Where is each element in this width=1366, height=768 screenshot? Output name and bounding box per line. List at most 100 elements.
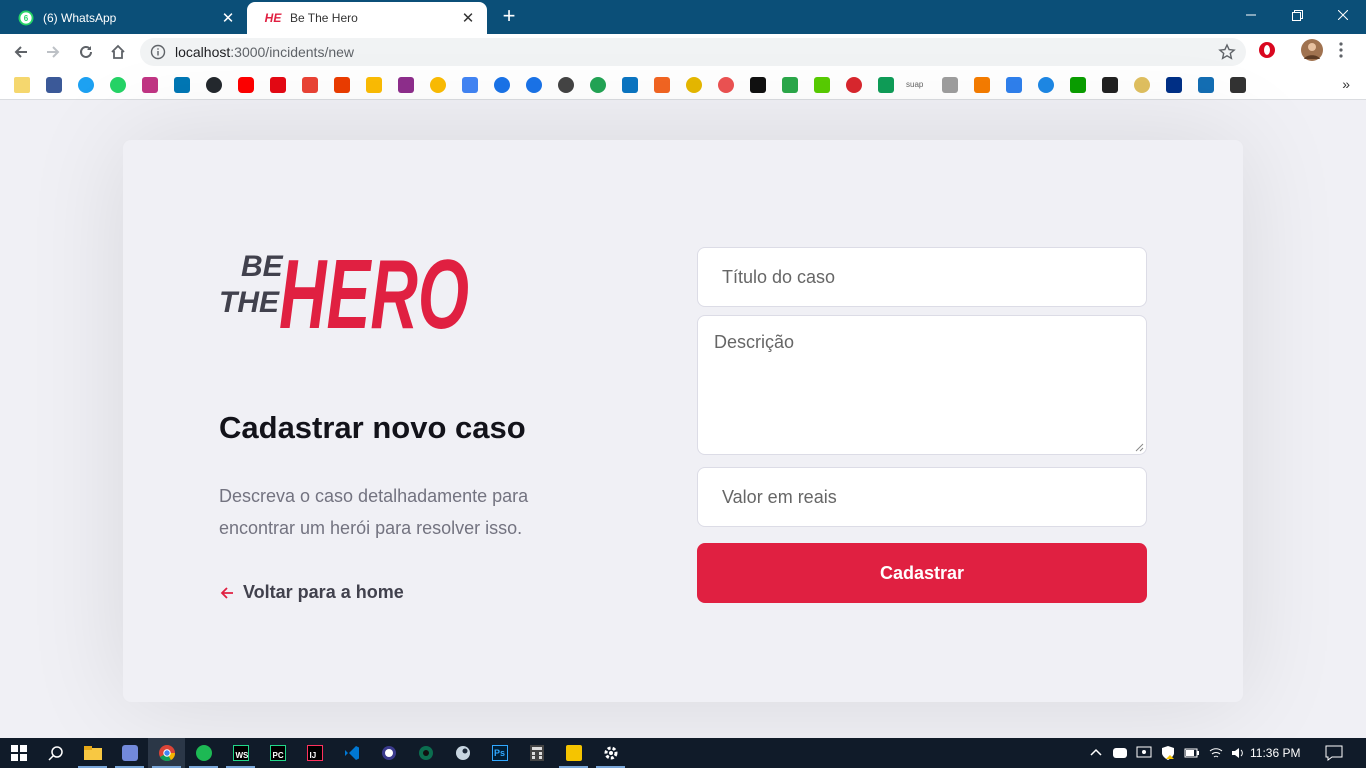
start-icon[interactable] [0,738,37,768]
reload-icon [80,45,92,58]
new-incident-card: BE THE HERO Cadastrar novo caso Descreva… [123,140,1243,702]
messages-icon[interactable] [526,77,542,93]
back-button[interactable] [8,39,34,65]
display-icon[interactable] [1136,745,1152,761]
app-icon[interactable] [558,77,574,93]
office-icon[interactable] [334,77,350,93]
tab-title: Be The Hero [290,11,358,25]
tab-be-the-hero[interactable]: HE Be The Hero ✕ [247,2,487,34]
photos-icon[interactable] [430,77,446,93]
browser-toolbar: localhost:3000/incidents/new [0,34,1366,70]
value-input[interactable]: Valor em reais [697,467,1147,527]
menu-icon[interactable] [1338,41,1344,64]
udemy-icon[interactable] [718,77,734,93]
arrow-left-icon [220,586,233,599]
facebook-icon[interactable] [46,77,62,93]
calculator-icon[interactable] [518,738,555,768]
youtube-icon[interactable] [238,77,254,93]
app-icon[interactable] [407,738,444,768]
mega-icon[interactable] [846,77,862,93]
close-icon[interactable]: ✕ [219,9,237,27]
arrow-left-icon [14,46,27,58]
github-icon[interactable] [206,77,222,93]
netflix-icon[interactable] [270,77,286,93]
submit-button[interactable]: Cadastrar [697,543,1147,603]
app-icon[interactable] [654,77,670,93]
app-icon[interactable] [1134,77,1150,93]
security-icon[interactable] [1160,745,1176,761]
logo-text-hero: HERO [279,239,469,344]
contacts-icon[interactable] [494,77,510,93]
resize-grip-icon[interactable] [1135,443,1144,452]
forward-button[interactable] [40,39,66,65]
techcrunch-icon[interactable] [1070,77,1086,93]
folder-icon[interactable] [14,77,30,93]
intellij-icon[interactable]: IJ [296,738,333,768]
keep-icon[interactable] [366,77,382,93]
webstorm-icon[interactable]: WS [222,738,259,768]
chevron-up-icon[interactable] [1088,745,1104,761]
pycharm-icon[interactable]: PC [259,738,296,768]
chevron-right-icon[interactable]: » [1342,76,1350,92]
battery-icon[interactable] [1184,745,1200,761]
trophy-icon[interactable] [686,77,702,93]
app-icon[interactable] [398,77,414,93]
close-icon[interactable]: ✕ [459,9,477,27]
gmail-icon[interactable] [302,77,318,93]
steam-icon[interactable] [444,738,481,768]
clock[interactable]: 11:36 PM [1250,738,1300,768]
restore-button[interactable] [1274,0,1320,30]
twitter-icon[interactable] [78,77,94,93]
app-icon[interactable] [1198,77,1214,93]
suap-icon[interactable]: suap [906,77,928,93]
close-window-button[interactable] [1320,0,1366,30]
address-bar[interactable]: localhost:3000/incidents/new [140,38,1246,66]
duolingo-icon[interactable] [814,77,830,93]
avatar[interactable] [1301,39,1323,66]
settings-icon[interactable] [592,738,629,768]
bookmarks-bar: suap » [0,70,1366,100]
translate-icon[interactable] [462,77,478,93]
app-icon[interactable] [782,77,798,93]
discord-tray-icon[interactable] [1112,745,1128,761]
app-icon[interactable] [1038,77,1054,93]
home-button[interactable] [105,39,131,65]
back-to-home-link[interactable]: Voltar para a home [219,582,404,603]
photoshop-icon[interactable]: Ps [481,738,518,768]
new-tab-button[interactable]: + [498,5,520,28]
app-icon[interactable] [1102,77,1118,93]
notification-icon[interactable] [1325,745,1343,761]
app-icon[interactable] [555,738,592,768]
file-explorer-icon[interactable] [74,738,111,768]
page-description: Descreva o caso detalhadamente para enco… [219,486,529,538]
app-icon[interactable] [1006,77,1022,93]
wifi-icon[interactable] [1208,745,1224,761]
app-icon[interactable] [750,77,766,93]
opera-extension-icon[interactable] [1258,41,1276,64]
title-input[interactable]: Título do caso [697,247,1147,307]
reload-button[interactable] [73,39,99,65]
whatsapp-icon[interactable] [110,77,126,93]
drive-icon[interactable] [878,77,894,93]
minimize-button[interactable] [1228,0,1274,30]
app-icon[interactable] [590,77,606,93]
chrome-icon[interactable] [148,738,185,768]
tab-whatsapp[interactable]: 6 (6) WhatsApp ✕ [0,2,247,34]
app-icon[interactable] [1230,77,1246,93]
discord-icon[interactable] [111,738,148,768]
vscode-icon[interactable] [333,738,370,768]
linkedin-icon[interactable] [174,77,190,93]
yahoo-icon[interactable] [622,77,638,93]
instagram-icon[interactable] [142,77,158,93]
volume-icon[interactable] [1230,745,1246,761]
app-icon[interactable] [974,77,990,93]
bookmark-star-icon[interactable] [1218,43,1236,61]
description-textarea[interactable]: Descrição [697,315,1147,455]
search-icon[interactable] [37,738,74,768]
spotify-icon[interactable] [185,738,222,768]
paypal-icon[interactable] [1166,77,1182,93]
app-icon[interactable] [942,77,958,93]
info-icon[interactable] [150,44,166,60]
app-icon[interactable] [370,738,407,768]
logo-text-the: THE [219,286,280,319]
